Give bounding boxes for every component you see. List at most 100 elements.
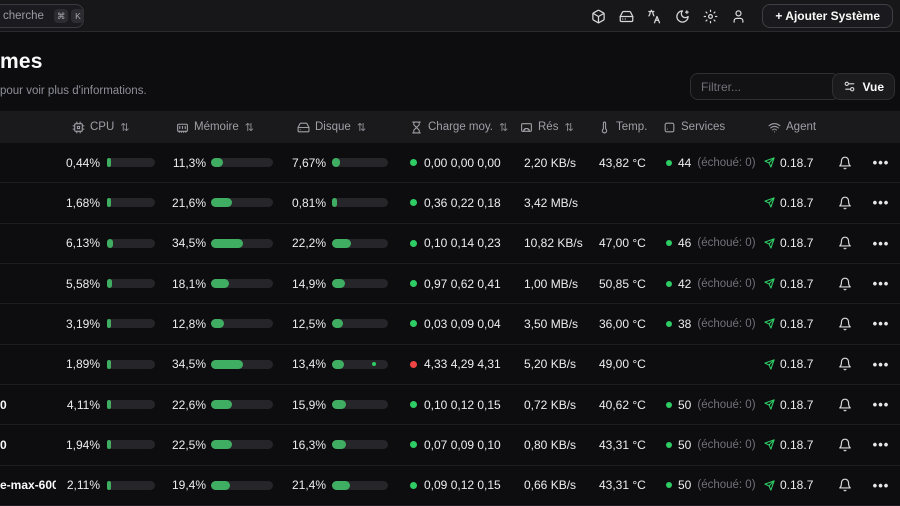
services-count: 44 bbox=[678, 156, 691, 170]
moon-icon[interactable] bbox=[674, 8, 690, 24]
disk-value: 7,67% bbox=[280, 156, 326, 170]
row-actions-menu-button[interactable]: ••• bbox=[862, 397, 900, 412]
disk-value: 15,9% bbox=[280, 398, 326, 412]
bell-cell bbox=[828, 398, 862, 412]
load-values: 0,09 0,12 0,15 bbox=[424, 478, 501, 492]
disk-value: 12,5% bbox=[280, 317, 326, 331]
system-table-row[interactable]: 6,13% 34,5% 22,2% 0,10 0,14 0,23 10,82 K… bbox=[0, 224, 900, 264]
system-table-row[interactable]: 5,58% 18,1% 14,9% 0,97 0,62 0,41 1,00 MB… bbox=[0, 264, 900, 304]
disk-cell: 12,5% bbox=[280, 317, 400, 331]
system-table-row[interactable]: 0 4,11% 22,6% 15,9% 0,10 0,12 0,15 0,72 … bbox=[0, 385, 900, 425]
memory-bar-fill bbox=[211, 158, 223, 167]
services-icon bbox=[663, 121, 676, 134]
column-header-network[interactable]: Rés ⇅ bbox=[512, 121, 590, 134]
gear-icon[interactable] bbox=[702, 8, 718, 24]
load-cell: 0,00 0,00 0,00 bbox=[400, 156, 512, 170]
languages-icon[interactable] bbox=[646, 8, 662, 24]
alerts-bell-button[interactable] bbox=[828, 438, 862, 452]
agent-cell: 0.18.7 bbox=[755, 357, 828, 371]
cpu-bar bbox=[107, 158, 155, 167]
column-header-agent[interactable]: Agent bbox=[755, 121, 828, 134]
sort-icon: ⇅ bbox=[120, 121, 129, 134]
disk-bar-fill bbox=[332, 440, 346, 449]
alerts-bell-button[interactable] bbox=[828, 196, 862, 210]
alerts-bell-button[interactable] bbox=[828, 236, 862, 250]
column-header-disk[interactable]: Disque ⇅ bbox=[280, 121, 400, 134]
row-actions-menu-button[interactable]: ••• bbox=[862, 437, 900, 452]
disk-value: 16,3% bbox=[280, 438, 326, 452]
memory-bar bbox=[211, 440, 273, 449]
network-cell: 0,66 KB/s bbox=[512, 478, 590, 492]
temperature-cell: 40,62 °C bbox=[590, 398, 655, 412]
services-status-dot bbox=[666, 281, 672, 287]
menu-cell: ••• bbox=[862, 316, 900, 331]
column-header-cpu[interactable]: CPU ⇅ bbox=[56, 121, 160, 134]
bell-cell bbox=[828, 196, 862, 210]
row-actions-menu-button[interactable]: ••• bbox=[862, 236, 900, 251]
load-values: 0,36 0,22 0,18 bbox=[424, 196, 501, 210]
memory-cell: 22,6% bbox=[160, 398, 280, 412]
add-system-button[interactable]: + Ajouter Système bbox=[762, 4, 893, 28]
alerts-bell-button[interactable] bbox=[828, 156, 862, 170]
disk-cell: 13,4% bbox=[280, 357, 400, 371]
services-cell: 50 (échoué: 0) bbox=[655, 438, 755, 452]
cpu-cell: 3,19% bbox=[56, 317, 160, 331]
user-icon[interactable] bbox=[730, 8, 746, 24]
row-actions-menu-button[interactable]: ••• bbox=[862, 478, 900, 493]
system-table-row[interactable]: 1,89% 34,5% 13,4% 4,33 4,29 4,31 5,20 KB… bbox=[0, 345, 900, 385]
disk-icon bbox=[297, 121, 310, 134]
disk-cell: 14,9% bbox=[280, 277, 400, 291]
view-options-button[interactable]: Vue bbox=[832, 73, 895, 100]
load-cell: 0,09 0,12 0,15 bbox=[400, 478, 512, 492]
column-label-disk: Disque bbox=[315, 121, 351, 133]
bell-icon bbox=[838, 156, 852, 170]
cpu-value: 5,58% bbox=[56, 277, 100, 291]
network-cell: 10,82 KB/s bbox=[512, 236, 590, 250]
cpu-value: 3,19% bbox=[56, 317, 100, 331]
load-values: 0,07 0,09 0,10 bbox=[424, 438, 501, 452]
column-header-load[interactable]: Charge moy. ⇅ bbox=[400, 121, 512, 134]
cpu-icon bbox=[72, 121, 85, 134]
services-count: 50 bbox=[678, 478, 691, 492]
row-actions-menu-button[interactable]: ••• bbox=[862, 276, 900, 291]
row-actions-menu-button[interactable]: ••• bbox=[862, 195, 900, 210]
column-header-services[interactable]: Services bbox=[655, 121, 755, 134]
services-failed-label: (échoué: 0) bbox=[697, 479, 755, 491]
system-table-row[interactable]: 0 1,94% 22,5% 16,3% 0,07 0,09 0,10 0,80 … bbox=[0, 425, 900, 465]
global-search-input[interactable]: cherche ⌘ K bbox=[0, 4, 84, 28]
cpu-bar-fill bbox=[107, 198, 111, 207]
package-icon[interactable] bbox=[590, 8, 606, 24]
disk-bar-fill bbox=[332, 360, 344, 369]
systems-table-body: 0,44% 11,3% 7,67% 0,00 0,00 0,00 2,20 KB… bbox=[0, 143, 900, 506]
memory-bar-fill bbox=[211, 319, 224, 328]
alerts-bell-button[interactable] bbox=[828, 478, 862, 492]
memory-bar-fill bbox=[211, 239, 243, 248]
agent-status-icon bbox=[764, 238, 775, 249]
row-actions-menu-button[interactable]: ••• bbox=[862, 357, 900, 372]
column-header-memory[interactable]: Mémoire ⇅ bbox=[160, 121, 280, 134]
alerts-bell-button[interactable] bbox=[828, 357, 862, 371]
memory-cell: 19,4% bbox=[160, 478, 280, 492]
system-table-row[interactable]: 3,19% 12,8% 12,5% 0,03 0,09 0,04 3,50 MB… bbox=[0, 304, 900, 344]
row-actions-menu-button[interactable]: ••• bbox=[862, 316, 900, 331]
column-header-temperature[interactable]: Temp. bbox=[590, 121, 655, 134]
agent-version: 0.18.7 bbox=[780, 236, 813, 250]
hard-drive-icon[interactable] bbox=[618, 8, 634, 24]
memory-bar-fill bbox=[211, 360, 243, 369]
agent-status-icon bbox=[764, 278, 775, 289]
services-cell: 46 (échoué: 0) bbox=[655, 236, 755, 250]
column-label-memory: Mémoire bbox=[194, 121, 239, 133]
filter-input[interactable] bbox=[690, 73, 840, 100]
network-cell: 0,80 KB/s bbox=[512, 438, 590, 452]
alerts-bell-button[interactable] bbox=[828, 317, 862, 331]
bell-cell bbox=[828, 236, 862, 250]
cpu-value: 2,11% bbox=[56, 478, 100, 492]
system-table-row[interactable]: e-max-600 2,11% 19,4% 21,4% 0,09 0,12 0,… bbox=[0, 466, 900, 506]
memory-value: 22,6% bbox=[160, 398, 206, 412]
alerts-bell-button[interactable] bbox=[828, 398, 862, 412]
disk-cell: 7,67% bbox=[280, 156, 400, 170]
row-actions-menu-button[interactable]: ••• bbox=[862, 155, 900, 170]
alerts-bell-button[interactable] bbox=[828, 277, 862, 291]
system-table-row[interactable]: 0,44% 11,3% 7,67% 0,00 0,00 0,00 2,20 KB… bbox=[0, 143, 900, 183]
system-table-row[interactable]: 1,68% 21,6% 0,81% 0,36 0,22 0,18 3,42 MB… bbox=[0, 183, 900, 223]
